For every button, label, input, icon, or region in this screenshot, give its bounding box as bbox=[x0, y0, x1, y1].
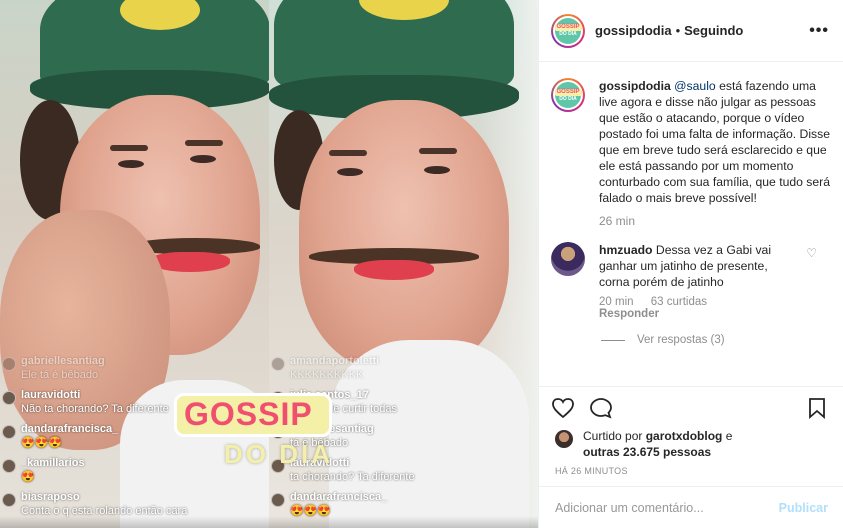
posted-time: HÁ 26 MINUTOS bbox=[555, 466, 628, 476]
live-comment-body: biasraposo Conta o q esta rolando então c… bbox=[21, 490, 187, 518]
reply-button[interactable]: Responder bbox=[599, 308, 843, 320]
liked-by: Curtido por garotxdoblog e outras 23.675… bbox=[555, 428, 732, 460]
live-comment-user: amandaportoletti bbox=[290, 355, 380, 367]
brow bbox=[110, 145, 148, 151]
live-comment-avatar bbox=[2, 391, 16, 405]
live-comment-user: dandarafrancisca_ bbox=[290, 491, 388, 503]
comment-composer: Publicar bbox=[539, 486, 843, 528]
view-replies-button[interactable]: Ver respostas (3) bbox=[601, 334, 843, 346]
live-comment-text: KKKKKKKKKK bbox=[290, 369, 364, 381]
live-comment-body: gabriellesantiag Ele tá é bêbado bbox=[21, 354, 105, 382]
caption-timestamp: 26 min bbox=[599, 214, 636, 228]
caption-mention-link[interactable]: @saulo bbox=[674, 79, 716, 93]
live-comment-body: _kamillarios 😍 bbox=[21, 456, 85, 484]
logo-top-text: GOSSIP bbox=[554, 88, 582, 96]
post-header: GOSSIP DO DIA gossipdodia • Seguindo ••• bbox=[539, 0, 843, 62]
eye bbox=[337, 168, 363, 176]
profile-avatar[interactable]: GOSSIP DO DIA bbox=[551, 13, 585, 48]
watermark-line2: DO DIA bbox=[224, 439, 333, 469]
bookmark-icon[interactable] bbox=[807, 397, 827, 423]
caption-text: está fazendo uma live agora e disse não … bbox=[599, 79, 831, 205]
post-caption: GOSSIP DO DIA gossipdodia @saulo está fa… bbox=[539, 62, 843, 206]
logo-bottom-text: DO DIA bbox=[559, 95, 577, 102]
avatar-inner: GOSSIP DO DIA bbox=[553, 80, 583, 110]
logo-top-text: GOSSIP bbox=[554, 24, 582, 31]
brow bbox=[419, 148, 457, 154]
eye bbox=[190, 155, 216, 163]
others-count-link[interactable]: outras 23.675 pessoas bbox=[583, 445, 711, 459]
live-comment-text: 😍😍😍 bbox=[21, 437, 63, 449]
caption-avatar[interactable]: GOSSIP DO DIA bbox=[551, 78, 585, 112]
live-comment-avatar bbox=[2, 459, 16, 473]
commenter-avatar[interactable] bbox=[551, 242, 585, 276]
brow bbox=[329, 150, 367, 156]
comment-item: hmzuado Dessa vez a Gabi vai ganhar um j… bbox=[539, 228, 843, 290]
liker-username[interactable]: garotxdoblog bbox=[646, 429, 723, 443]
post-actions bbox=[539, 386, 843, 426]
comment-text-block: hmzuado Dessa vez a Gabi vai ganhar um j… bbox=[599, 242, 799, 290]
liked-by-text: Curtido por garotxdoblog e outras 23.675… bbox=[583, 428, 732, 460]
publish-button[interactable]: Publicar bbox=[779, 501, 828, 515]
logo-bottom-text: DO DIA bbox=[559, 31, 577, 37]
comment-icon[interactable] bbox=[589, 397, 613, 423]
live-comment-avatar bbox=[2, 425, 16, 439]
gossip-logo-icon: GOSSIP DO DIA bbox=[554, 82, 582, 108]
lips bbox=[354, 260, 434, 280]
liked-by-middle: e bbox=[722, 429, 733, 443]
comment-meta: 20 min 63 curtidas bbox=[599, 296, 843, 308]
view-replies-label: Ver respostas (3) bbox=[637, 334, 725, 346]
header-username[interactable]: gossipdodia bbox=[595, 23, 672, 38]
watermark-line1: GOSSIP bbox=[184, 396, 313, 432]
view-replies-line bbox=[601, 339, 625, 341]
liked-by-prefix: Curtido por bbox=[583, 429, 646, 443]
live-comment-user: dandarafrancisca_ bbox=[21, 423, 119, 435]
comment-time: 20 min bbox=[599, 296, 634, 308]
live-comment-body: dandarafrancisca_ 😍😍😍 bbox=[21, 422, 118, 450]
gossip-logo-icon: GOSSIP DO DIA bbox=[554, 17, 582, 44]
live-comment: amandaportoletti KKKKKKKKKK bbox=[269, 354, 538, 388]
live-comment-avatar bbox=[271, 493, 285, 507]
live-reaction-bar bbox=[0, 516, 538, 528]
instagram-post-view: gabriellesantiag Ele tá é bêbado lauravido… bbox=[0, 0, 843, 528]
caption-username[interactable]: gossipdodia bbox=[599, 79, 671, 93]
avatar-inner: GOSSIP DO DIA bbox=[553, 15, 583, 46]
header-separator: • bbox=[675, 23, 681, 38]
post-media[interactable]: gabriellesantiag Ele tá é bêbado lauravido… bbox=[0, 0, 538, 528]
brow bbox=[185, 140, 223, 146]
comment-input[interactable] bbox=[555, 500, 779, 515]
face bbox=[299, 100, 509, 370]
live-comment-avatar bbox=[271, 357, 285, 371]
live-comment-text: Não ta chorando? Ta diferente bbox=[21, 403, 169, 415]
caption-text-block: gossipdodia @saulo está fazendo uma live… bbox=[599, 78, 831, 206]
live-comment-body: lauravidotti Não ta chorando? Ta diferent… bbox=[21, 388, 169, 416]
live-comment-text: 😍 bbox=[21, 471, 35, 483]
live-comment: gabriellesantiag Ele tá é bêbado bbox=[0, 354, 269, 388]
following-button[interactable]: Seguindo bbox=[684, 23, 743, 38]
live-comment-user: gabriellesantiag bbox=[21, 355, 105, 367]
live-comment-user: lauravidotti bbox=[21, 389, 81, 401]
comment-username[interactable]: hmzuado bbox=[599, 243, 653, 257]
live-comment-body: dandarafrancisca_ 😍😍😍 bbox=[290, 490, 387, 518]
heart-icon[interactable] bbox=[551, 397, 575, 423]
more-options-icon[interactable]: ••• bbox=[809, 22, 829, 40]
eye bbox=[424, 166, 450, 174]
post-sidebar: GOSSIP DO DIA gossipdodia • Seguindo •••… bbox=[538, 0, 843, 528]
live-comment-avatar bbox=[2, 357, 16, 371]
live-comment-avatar bbox=[2, 493, 16, 507]
eye bbox=[118, 160, 144, 168]
comment-likes-count[interactable]: 63 curtidas bbox=[651, 296, 707, 308]
live-comment-user: biasraposo bbox=[21, 491, 80, 503]
liker-avatar[interactable] bbox=[555, 430, 573, 448]
live-comment-text: Ele tá é bêbado bbox=[21, 369, 99, 381]
comment-like-heart-icon[interactable]: ♡ bbox=[806, 246, 817, 260]
live-comment-body: amandaportoletti KKKKKKKKKK bbox=[290, 354, 379, 382]
gossip-do-dia-watermark: GOSSIP DO DIA bbox=[174, 393, 364, 475]
live-comment-user: _kamillarios bbox=[21, 457, 85, 469]
